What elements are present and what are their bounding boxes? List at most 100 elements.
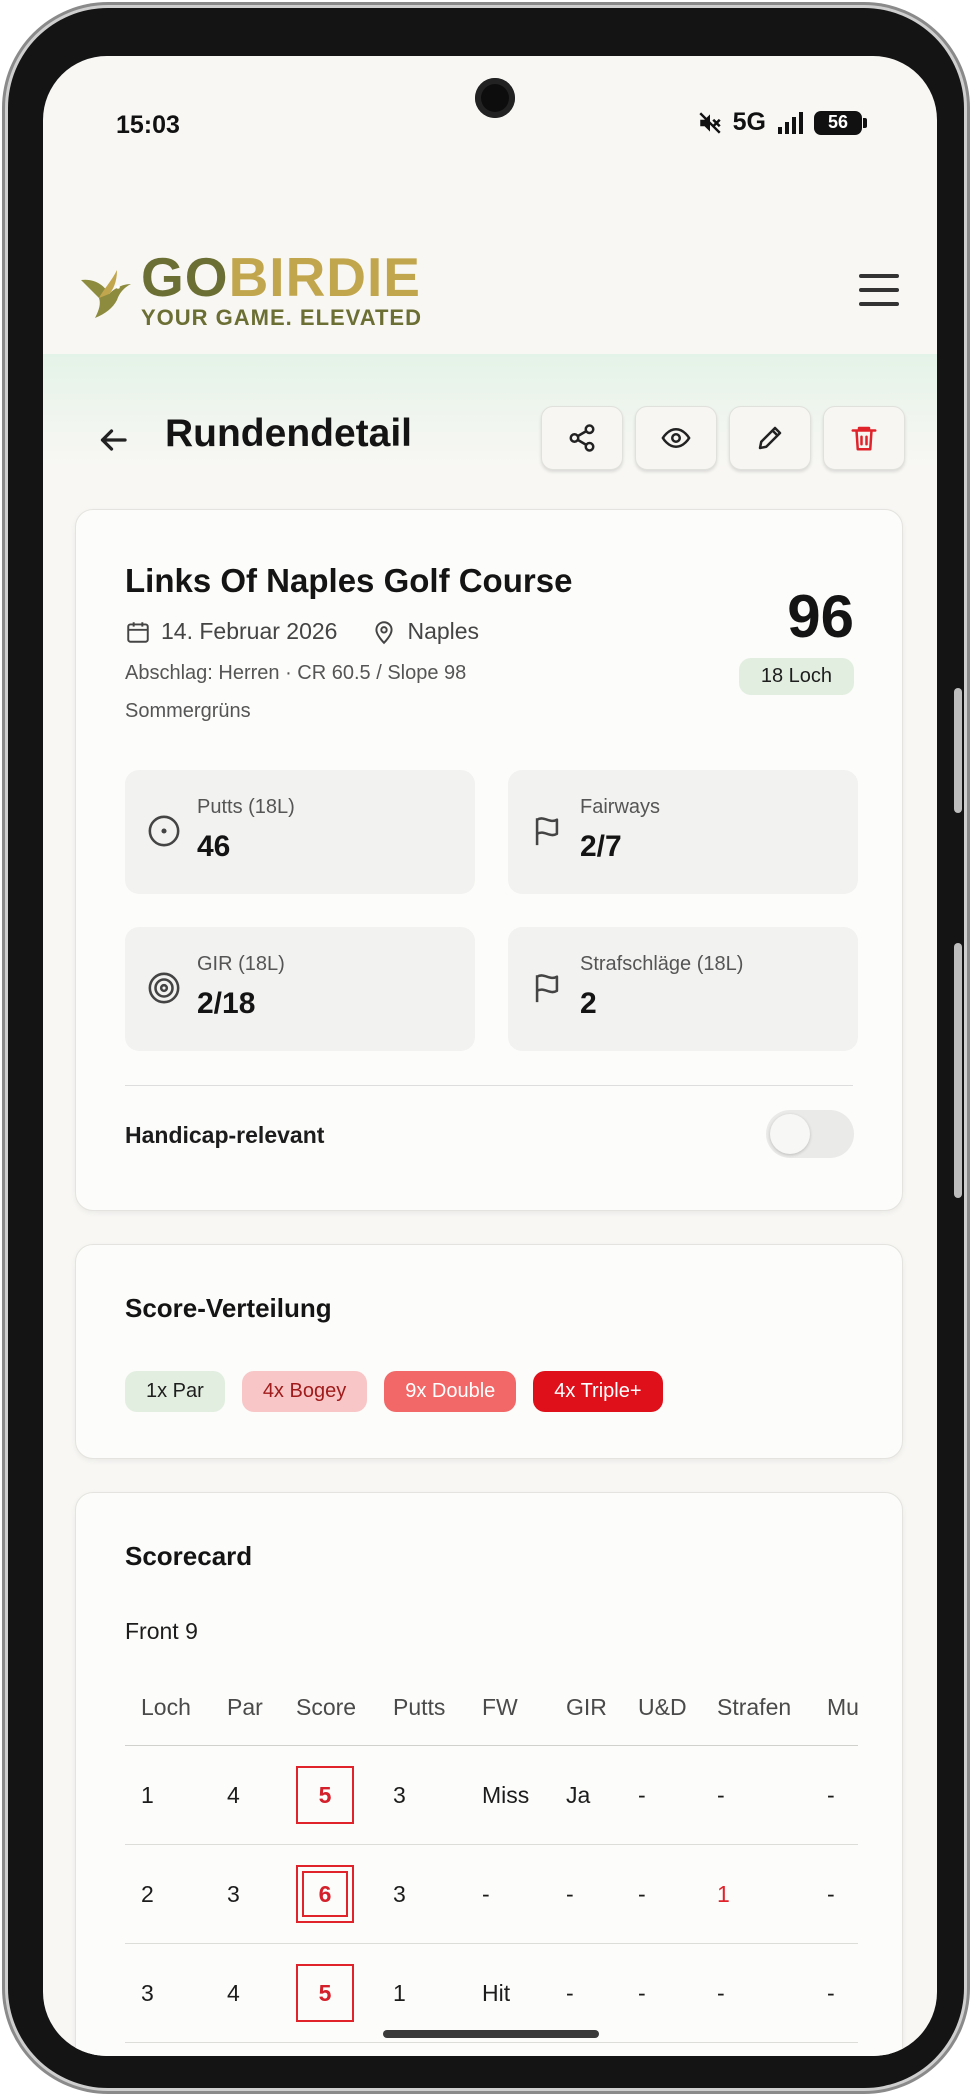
chip-double: 9x Double	[384, 1371, 517, 1412]
cell-fw: -	[482, 2043, 490, 2056]
cell-par: 3	[227, 2043, 240, 2056]
round-summary-card: Links Of Naples Golf Course 14. Februar …	[75, 509, 903, 1211]
brand-birdie: BIRDIE	[228, 246, 421, 308]
stat-label: Fairways	[580, 796, 661, 818]
phone-frame: 15:03 5G 56 GOBIRDIE YOUR GAME. ELEVATED…	[8, 8, 964, 2088]
cell-loch: 4	[141, 2043, 154, 2056]
stat-value: 2/18	[197, 987, 256, 1020]
view-button[interactable]	[635, 406, 717, 470]
brand-wordmark: GOBIRDIE	[141, 250, 422, 305]
front-nine-label: Front 9	[125, 1618, 198, 1644]
cell-ud: -	[638, 1781, 646, 1808]
chip-bogey: 4x Bogey	[241, 1371, 368, 1412]
flag-icon	[535, 817, 559, 846]
col-loch: Loch	[141, 1694, 191, 1720]
table-row: 3 4 5 1 Hit - - - -	[125, 1944, 858, 2043]
app-header: GOBIRDIE YOUR GAME. ELEVATED	[43, 196, 937, 355]
scorecard-table[interactable]: Loch Par Score Putts FW GIR U&D Strafen …	[125, 1670, 858, 2056]
distribution-chips: 1x Par 4x Bogey 9x Double 4x Triple+	[125, 1371, 663, 1412]
stat-value: 46	[197, 830, 231, 863]
col-par: Par	[227, 1694, 263, 1720]
battery-icon: 56	[814, 110, 862, 135]
distribution-title: Score-Verteilung	[125, 1293, 332, 1323]
eye-icon	[661, 427, 691, 449]
page-title: Rundendetail	[165, 412, 413, 455]
delete-button[interactable]	[823, 406, 905, 470]
menu-button[interactable]	[859, 274, 899, 314]
score-box: 5	[296, 1964, 354, 2022]
target-icon	[148, 815, 180, 847]
holes-badge: 18 Loch	[738, 658, 854, 695]
volume-button	[954, 688, 962, 813]
status-icons: 5G 56	[697, 108, 867, 137]
stat-penalties: Strafschläge (18L) 2	[508, 927, 858, 1051]
cell-loch: 3	[141, 1979, 154, 2006]
hamburger-icon	[859, 274, 899, 278]
network-label: 5G	[732, 108, 766, 136]
cell-par: 3	[227, 1880, 240, 1907]
greens-info: Sommergrüns	[125, 700, 251, 722]
stat-gir: GIR (18L) 2/18	[125, 927, 475, 1051]
cell-score: 5	[296, 2043, 354, 2056]
share-icon	[569, 424, 595, 452]
round-meta: 14. Februar 2026 Naples	[125, 618, 479, 645]
cell-gir: Ja	[566, 1781, 591, 1808]
scorecard-card: Scorecard Front 9 Loch Par Score Putts F…	[75, 1492, 903, 2056]
col-fw: FW	[482, 1694, 518, 1720]
brand-tagline: YOUR GAME. ELEVATED	[141, 305, 422, 330]
score-distribution-card: Score-Verteilung 1x Par 4x Bogey 9x Doub…	[75, 1244, 903, 1459]
bullseye-icon	[148, 972, 180, 1004]
hamburger-icon	[859, 302, 899, 306]
screen: 15:03 5G 56 GOBIRDIE YOUR GAME. ELEVATED…	[43, 56, 937, 2056]
calendar-icon	[127, 621, 149, 643]
scorecard-title: Scorecard	[125, 1541, 253, 1571]
cell-gir: -	[566, 1979, 574, 2006]
mute-icon	[699, 111, 721, 134]
home-indicator[interactable]	[383, 2030, 599, 2038]
flag-icon	[535, 974, 559, 1003]
tee-info: Abschlag: Herren · CR 60.5 / Slope 98	[125, 662, 467, 684]
cell-par: 4	[227, 1781, 240, 1808]
cell-ud: -	[638, 2043, 646, 2056]
total-score: 96	[787, 583, 854, 650]
cell-putts: 3	[393, 1880, 406, 1907]
toggle-knob	[770, 1114, 810, 1154]
cell-fw: Hit	[482, 1979, 511, 2006]
pencil-icon	[758, 426, 782, 450]
cell-putts: 1	[393, 1979, 406, 2006]
col-strafen: Strafen	[717, 1694, 792, 1720]
cell-fw: -	[482, 1880, 490, 1907]
cell-mu: -	[827, 1880, 835, 1907]
arrow-left-icon[interactable]	[95, 422, 131, 458]
power-button	[954, 943, 962, 1198]
share-button[interactable]	[541, 406, 623, 470]
handicap-toggle[interactable]	[766, 1110, 854, 1158]
hamburger-icon	[859, 288, 899, 292]
score-box: 5	[296, 1766, 354, 1824]
round-city: Naples	[407, 618, 480, 644]
edit-button[interactable]	[729, 406, 811, 470]
cell-ud: -	[638, 1979, 646, 2006]
cell-strafen: 1	[717, 1880, 730, 1907]
divider	[125, 1085, 853, 1086]
cell-putts: 3	[393, 1781, 406, 1808]
hummingbird-icon	[81, 270, 131, 318]
table-header: Loch Par Score Putts FW GIR U&D Strafen …	[125, 1670, 858, 1746]
col-gir: GIR	[566, 1694, 607, 1720]
brand-go: GO	[141, 246, 229, 308]
page-header: Rundendetail	[43, 354, 937, 470]
stat-fairways: Fairways 2/7	[508, 770, 858, 894]
col-score: Score	[296, 1694, 357, 1720]
cell-strafen: -	[717, 1781, 725, 1808]
cell-loch: 2	[141, 1880, 154, 1907]
cell-loch: 1	[141, 1781, 154, 1808]
score-box: 6	[296, 1865, 354, 1923]
cell-score: 5	[296, 1944, 354, 2042]
stat-value: 2	[580, 987, 597, 1020]
cell-mu: -	[827, 1979, 835, 2006]
status-bar: 15:03 5G 56	[43, 56, 937, 196]
cell-gir: -	[566, 2043, 574, 2056]
round-date: 14. Februar 2026	[161, 618, 338, 644]
handicap-label: Handicap-relevant	[125, 1122, 325, 1148]
brand-logo[interactable]: GOBIRDIE YOUR GAME. ELEVATED	[77, 250, 422, 331]
